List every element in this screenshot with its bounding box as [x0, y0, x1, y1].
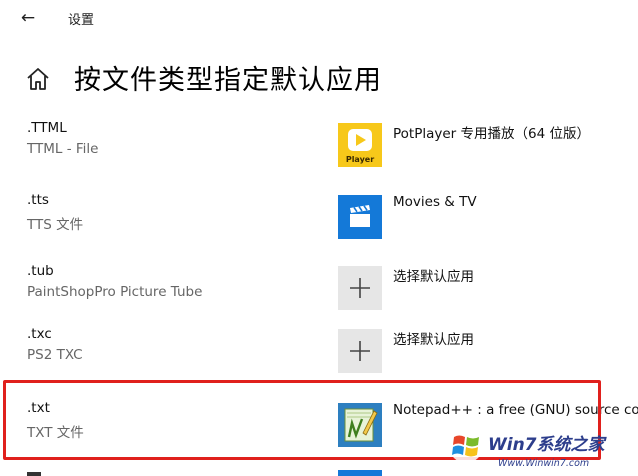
plus-icon — [350, 278, 370, 298]
windows-logo-icon — [449, 429, 483, 463]
title-bar: ← 设置 — [0, 0, 638, 36]
list-item-tub: .tub PaintShopPro Picture Tube 选择默认应用 — [0, 253, 638, 323]
potplayer-icon-label: Player — [346, 155, 374, 164]
page-title: 按文件类型指定默认应用 — [74, 65, 382, 96]
default-app-button[interactable] — [338, 195, 382, 239]
file-type-description: PS2 TXC — [27, 347, 83, 363]
file-extension: .TTML — [27, 120, 67, 136]
file-type-description: TTML - File — [27, 141, 99, 157]
choose-default-app-button[interactable] — [338, 329, 382, 373]
watermark-brand: Win7系统之家 — [488, 435, 605, 455]
file-type-description: PaintShopPro Picture Tube — [27, 284, 203, 300]
plus-icon — [350, 341, 370, 361]
back-button[interactable]: ← — [14, 5, 42, 31]
list-item-txc: .txc PS2 TXC 选择默认应用 — [0, 316, 638, 386]
home-icon[interactable] — [25, 66, 51, 92]
default-app-button[interactable]: Player — [338, 123, 382, 167]
file-extension: .txc — [27, 326, 52, 342]
default-app-name: 选择默认应用 — [393, 332, 474, 348]
app-tile-partial[interactable] — [338, 470, 382, 476]
arrow-left-icon: ← — [20, 8, 36, 28]
file-extension: .tub — [27, 263, 54, 279]
file-extension-partial — [27, 472, 41, 476]
choose-default-app-button[interactable] — [338, 266, 382, 310]
list-item-ttml: .TTML TTML - File Player PotPlayer 专用播放（… — [0, 110, 638, 180]
file-type-description: TTS 文件 — [27, 217, 84, 233]
default-app-name: Movies & TV — [393, 194, 477, 210]
list-item-tts: .tts TTS 文件 Movies & TV — [0, 182, 638, 252]
watermark: Win7系统之家 Www.Winwin7.com — [440, 424, 636, 474]
movies-tv-icon — [338, 195, 382, 239]
default-app-name: 选择默认应用 — [393, 269, 474, 285]
default-app-name: PotPlayer 专用播放（64 位版） — [393, 126, 590, 142]
file-extension: .tts — [27, 192, 49, 208]
watermark-url: Www.Winwin7.com — [498, 458, 590, 469]
window-title: 设置 — [68, 13, 95, 28]
potplayer-icon: Player — [338, 123, 382, 167]
